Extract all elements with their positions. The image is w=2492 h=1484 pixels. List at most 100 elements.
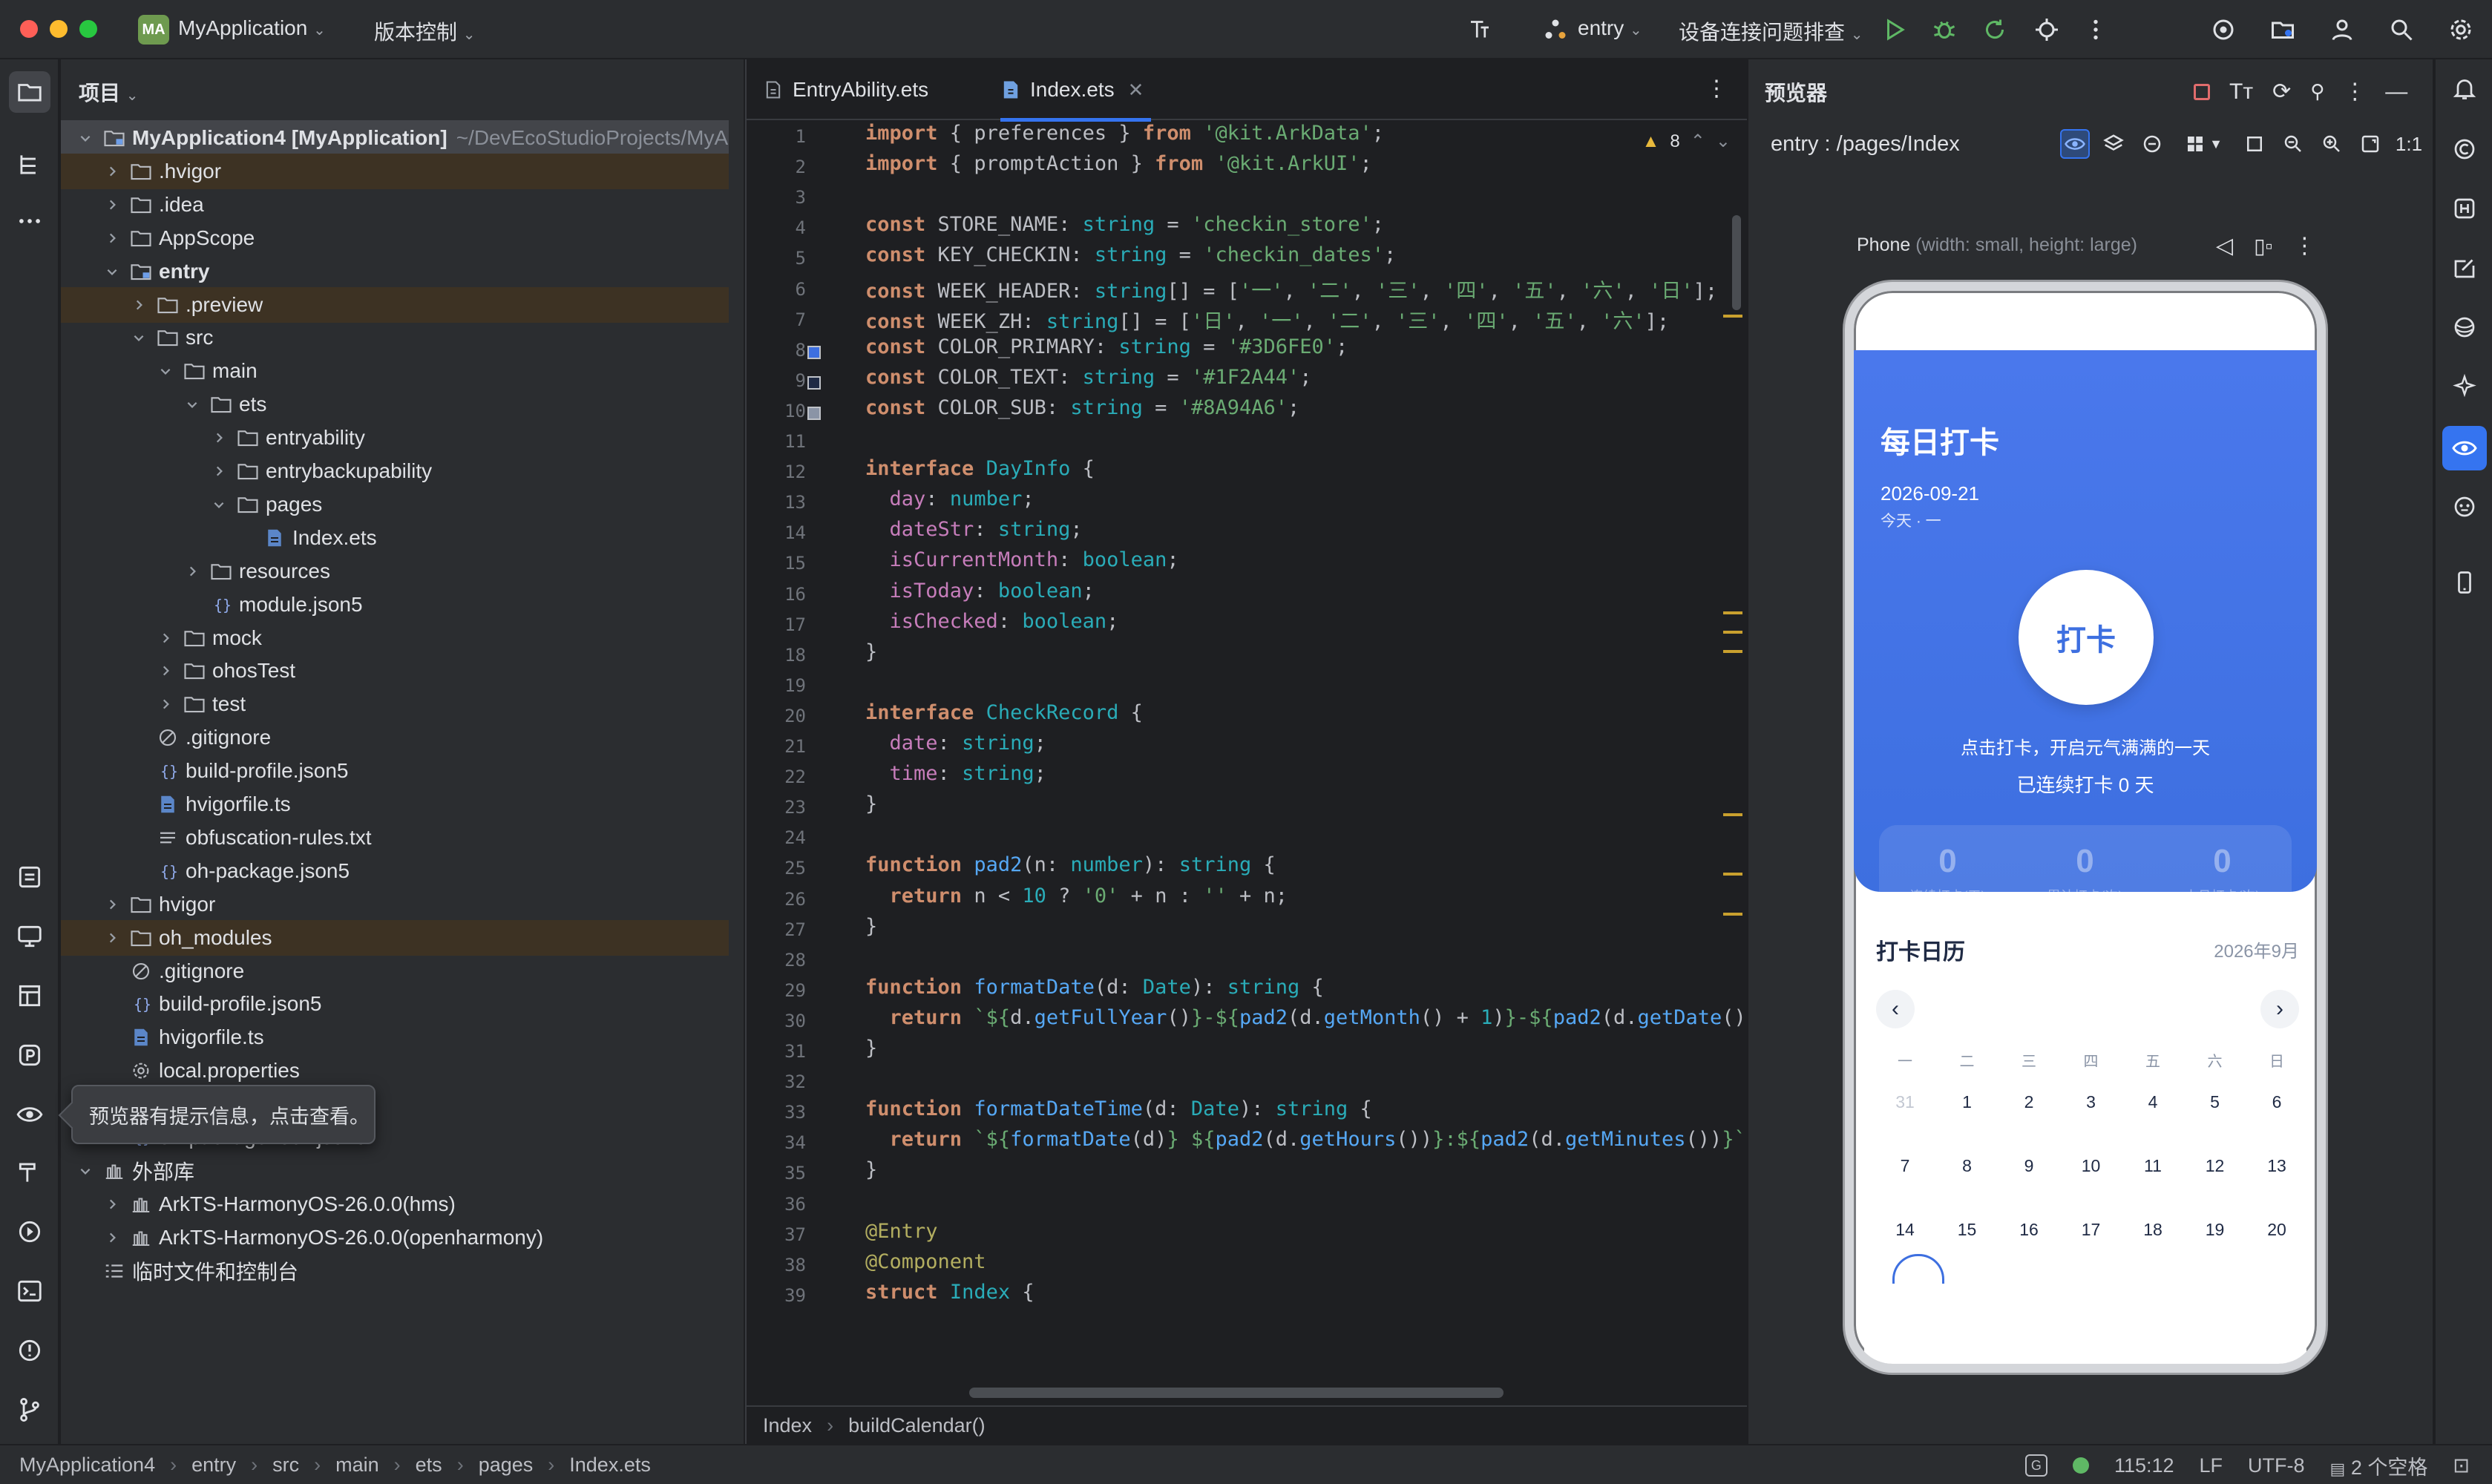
tab-more-icon[interactable]: ⋮ <box>1705 76 1728 102</box>
run-config-icon[interactable] <box>1539 13 1572 46</box>
tree-item[interactable]: .gitignore <box>61 953 729 989</box>
code-line[interactable]: const KEY_CHECKIN: string = 'checkin_dat… <box>865 243 1396 276</box>
emulator-phone-icon[interactable] <box>2446 564 2483 601</box>
tree-item[interactable]: .idea <box>61 187 729 223</box>
arkui-inspector-icon[interactable] <box>1463 13 1496 46</box>
line-number[interactable]: 14 <box>784 522 806 543</box>
close-window-button[interactable] <box>20 20 38 38</box>
line-number[interactable]: 28 <box>784 950 806 971</box>
line-number[interactable]: 17 <box>784 614 806 635</box>
line-number[interactable]: 37 <box>784 1224 806 1245</box>
code-line[interactable]: import { preferences } from '@kit.ArkDat… <box>865 122 1384 154</box>
project-panel-header[interactable]: 项目 ⌄ <box>79 77 139 107</box>
multi-device-icon[interactable] <box>2137 129 2167 159</box>
chevron-right-icon[interactable] <box>102 895 122 914</box>
line-number[interactable]: 27 <box>784 919 806 940</box>
line-number[interactable]: 29 <box>784 980 806 1001</box>
code-line[interactable]: struct Index { <box>865 1281 1034 1313</box>
git-branch-icon[interactable] <box>13 1393 46 1426</box>
tree-item[interactable]: resources <box>61 554 729 589</box>
chevron-down-icon[interactable] <box>76 1161 95 1181</box>
calendar-day[interactable]: 19 <box>2185 1220 2246 1240</box>
line-number[interactable]: 32 <box>784 1071 806 1092</box>
chevron-right-icon[interactable] <box>209 428 229 447</box>
file-encoding[interactable]: UTF-8 <box>2248 1454 2305 1477</box>
calendar-day[interactable]: 2 <box>1998 1092 2059 1112</box>
tab-index[interactable]: Index.ets ✕ <box>1000 59 1152 122</box>
inspector-eye-icon[interactable] <box>2060 129 2090 159</box>
device-manager-icon[interactable] <box>2207 13 2240 46</box>
chevron-down-icon[interactable] <box>76 128 95 148</box>
tree-item[interactable]: entrybackupability <box>61 453 729 489</box>
calendar-day[interactable]: 15 <box>1937 1220 1998 1240</box>
line-number[interactable]: 11 <box>784 431 806 452</box>
device-file-icon[interactable] <box>13 920 46 953</box>
chevron-right-icon[interactable] <box>129 295 148 315</box>
more-tools-icon[interactable] <box>13 205 46 237</box>
line-number[interactable]: 34 <box>784 1132 806 1153</box>
code-line[interactable]: } <box>865 1037 877 1069</box>
tree-item[interactable]: AppScope <box>61 220 729 256</box>
calendar-day[interactable]: 9 <box>1998 1156 2059 1176</box>
previewer-hint-tooltip[interactable]: 预览器有提示信息，点击查看。 <box>71 1085 376 1144</box>
line-number[interactable]: 7 <box>796 309 806 330</box>
chevron-right-icon[interactable] <box>156 661 175 680</box>
profiler-p-icon[interactable] <box>13 1039 46 1071</box>
calendar-day[interactable]: 3 <box>2061 1092 2122 1112</box>
apply-changes-icon[interactable] <box>1978 13 2011 46</box>
calendar-day[interactable]: 7 <box>1875 1156 1935 1176</box>
calendar-day[interactable]: 6 <box>2246 1092 2307 1112</box>
chevron-right-icon[interactable] <box>102 229 122 248</box>
chevron-down-icon[interactable] <box>156 361 175 381</box>
chevron-down-icon[interactable] <box>129 328 148 347</box>
code-line[interactable]: } <box>865 792 877 825</box>
tree-item[interactable]: .preview <box>61 286 729 323</box>
tree-item[interactable]: hvigor <box>61 887 729 922</box>
line-number[interactable]: 36 <box>784 1194 806 1215</box>
line-number[interactable]: 25 <box>784 858 806 879</box>
checkin-button[interactable]: 打卡 <box>2019 570 2154 705</box>
calendar-day[interactable]: 5 <box>2185 1092 2246 1112</box>
line-number[interactable]: 6 <box>796 279 806 300</box>
calendar-day[interactable]: 31 <box>1875 1092 1935 1112</box>
build-hammer-icon[interactable] <box>13 1156 46 1189</box>
calendar-day[interactable]: 12 <box>2185 1156 2246 1176</box>
line-number[interactable]: 10 <box>784 401 806 421</box>
tree-item[interactable]: pages <box>61 487 729 522</box>
breadcrumb-item[interactable]: buildCalendar() <box>848 1414 986 1437</box>
more-actions-icon[interactable] <box>2079 13 2112 46</box>
tree-item[interactable]: src <box>61 320 729 355</box>
tree-item[interactable]: test <box>61 686 729 722</box>
tree-item[interactable]: 外部库 <box>61 1153 729 1189</box>
line-number[interactable]: 18 <box>784 645 806 666</box>
chevron-right-icon[interactable] <box>183 562 202 581</box>
previewer-log-icon[interactable] <box>13 1098 46 1131</box>
line-number[interactable]: 16 <box>784 584 806 605</box>
chevron-right-icon[interactable] <box>102 928 122 948</box>
grid-view-dropdown[interactable]: ▼ <box>2176 129 2231 159</box>
layout-icon[interactable] <box>13 979 46 1012</box>
status-breadcrumb-item[interactable]: src <box>272 1454 299 1477</box>
edit-note-icon[interactable] <box>2446 249 2483 286</box>
terminal-icon[interactable] <box>13 1275 46 1307</box>
codegenie-status-icon[interactable]: G <box>2024 1454 2047 1477</box>
tree-item[interactable]: ohosTest <box>61 653 729 689</box>
tree-item[interactable]: ets <box>61 387 729 422</box>
color-swatch-icon[interactable] <box>807 375 821 390</box>
tree-item[interactable]: hvigorfile.ts <box>61 787 729 822</box>
run-window-icon[interactable] <box>13 1215 46 1248</box>
status-breadcrumb-item[interactable]: MyApplication4 <box>19 1454 155 1477</box>
account-icon[interactable] <box>2326 13 2358 46</box>
code-line[interactable]: interface CheckRecord { <box>865 701 1143 734</box>
code-area[interactable]: import { preferences } from '@kit.ArkDat… <box>865 120 1748 1382</box>
line-number[interactable]: 3 <box>796 187 806 208</box>
code-line[interactable]: } <box>865 640 877 673</box>
chevron-right-icon[interactable] <box>102 195 122 214</box>
status-breadcrumb-item[interactable]: entry <box>191 1454 236 1477</box>
tree-item[interactable]: .hvigor <box>61 153 729 189</box>
calendar-day[interactable]: 17 <box>2061 1220 2122 1240</box>
line-number[interactable]: 15 <box>784 553 806 574</box>
harmony-icon[interactable] <box>2446 190 2483 227</box>
tree-item[interactable]: local.properties <box>61 1053 729 1089</box>
line-number[interactable]: 1 <box>796 126 806 147</box>
